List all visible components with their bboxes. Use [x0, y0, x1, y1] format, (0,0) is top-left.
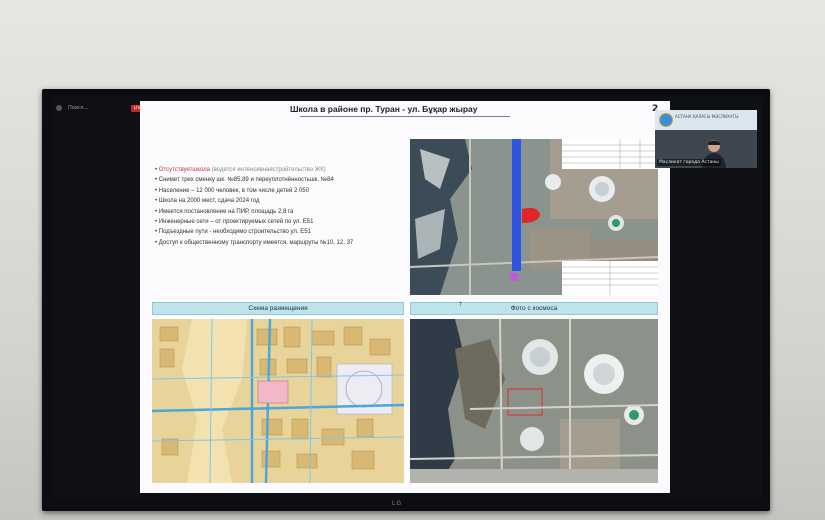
- right-caption-bar: Фото с космоса: [410, 302, 658, 315]
- list-item: • Имеется постановление на ПИР, площадь …: [155, 208, 294, 215]
- mouse-cursor-icon: ⇡: [458, 301, 464, 308]
- left-caption-bar: Схема размещения: [152, 302, 404, 315]
- satellite-photo-image: [410, 319, 658, 483]
- list-item: • Отсутствуетшкола (ведется интенсивнаяс…: [155, 167, 326, 173]
- bullet-list: • Отсутствуетшкола (ведется интенсивнаяс…: [155, 165, 410, 248]
- list-item: • Инженерные сети – от проектируемых сет…: [155, 219, 314, 226]
- satellite-photo-map: [410, 319, 658, 483]
- list-item: • Школа на 2000 мест, сдача 2024 год: [155, 198, 260, 205]
- title-underline: [300, 116, 510, 117]
- emblem-icon: [659, 113, 673, 127]
- slide-title: Школа в районе пр. Туран - ул. Бұқар жыр…: [290, 104, 478, 114]
- placement-scheme-map: [152, 319, 404, 483]
- webcam-overlay[interactable]: АСТАНА ҚАЛАСЫ МӘСЛИХАТЫ Маслихат города …: [655, 110, 757, 168]
- presentation-slide: Школа в районе пр. Туран - ул. Бұқар жыр…: [140, 101, 670, 493]
- search-text[interactable]: Поиск...: [68, 105, 89, 111]
- office-sign: АСТАНА ҚАЛАСЫ МӘСЛИХАТЫ: [655, 110, 757, 130]
- satellite-image: [410, 139, 658, 295]
- list-item: • Снимет трех сменку шк. №85,89 и переуп…: [155, 177, 334, 184]
- tv-brand-logo: LG: [392, 500, 402, 507]
- satellite-map-top: [410, 139, 658, 295]
- list-item: • Население – 12 000 человек, в том числ…: [155, 187, 310, 194]
- list-item: • Подъездные пути - необходимо строитель…: [155, 229, 311, 236]
- sign-text: АСТАНА ҚАЛАСЫ МӘСЛИХАТЫ: [675, 114, 739, 119]
- scheme-image: [152, 319, 404, 483]
- list-item: • Доступ к общественному транспорту имее…: [155, 239, 354, 246]
- camera-label: Маслихат города Астаны: [657, 159, 721, 166]
- menu-icon[interactable]: [56, 105, 62, 111]
